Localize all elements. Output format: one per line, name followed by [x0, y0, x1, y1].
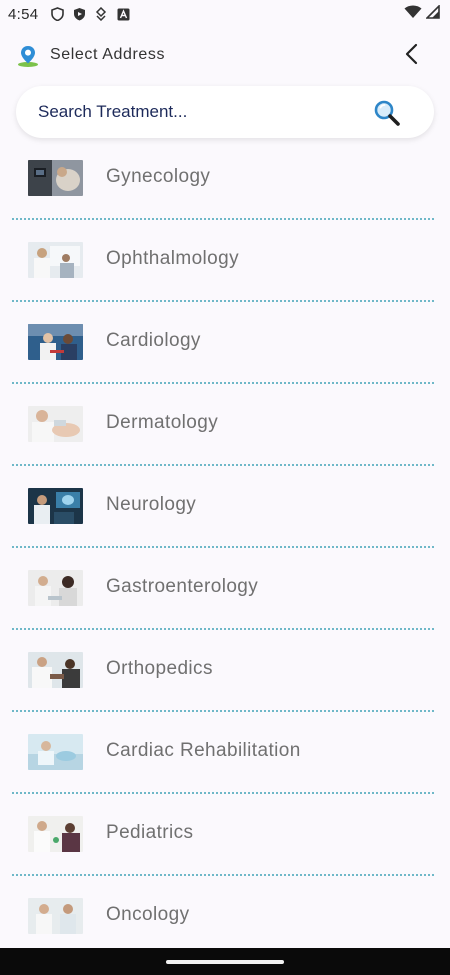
cardiology-image: [28, 324, 83, 360]
shield-icon: [50, 7, 64, 21]
treatment-item-cardiology[interactable]: Cardiology: [0, 302, 450, 384]
status-left: 4:54: [8, 6, 130, 23]
treatment-item-ophthalmology[interactable]: Ophthalmology: [0, 220, 450, 302]
treatment-label: Neurology: [106, 494, 197, 515]
status-bar: 4:54: [0, 0, 450, 28]
treatment-label: Gastroenterology: [106, 576, 259, 597]
treatment-label: Ophthalmology: [106, 248, 239, 269]
treatment-label: Cardiology: [106, 330, 201, 351]
location-pin-icon[interactable]: [16, 44, 40, 68]
system-navigation-bar: [0, 948, 450, 975]
play-protect-icon: [72, 7, 86, 21]
treatment-label: Dermatology: [106, 412, 219, 433]
treatment-item-gastroenterology[interactable]: Gastroenterology: [0, 548, 450, 630]
font-icon: [116, 7, 130, 21]
treatment-item-gynecology[interactable]: Gynecology: [0, 138, 450, 220]
search-icon[interactable]: [372, 98, 402, 128]
treatment-item-oncology[interactable]: Oncology: [0, 876, 450, 958]
dermatology-image: [28, 406, 83, 442]
cardiac-rehabilitation-image: [28, 734, 83, 770]
data-saver-icon: [94, 7, 108, 21]
orthopedics-image: [28, 652, 83, 688]
pediatrics-image: [28, 816, 83, 852]
search-input[interactable]: [38, 86, 358, 138]
gastroenterology-image: [28, 570, 83, 606]
treatment-label: Orthopedics: [106, 658, 213, 679]
oncology-image: [28, 898, 83, 934]
treatment-item-pediatrics[interactable]: Pediatrics: [0, 794, 450, 876]
neurology-image: [28, 488, 83, 524]
treatment-list: Gynecology Ophthalmology Cardiology Derm…: [0, 138, 450, 958]
gynecology-image: [28, 160, 83, 196]
search-bar: [16, 86, 434, 138]
wifi-icon: [404, 5, 422, 24]
treatment-item-orthopedics[interactable]: Orthopedics: [0, 630, 450, 712]
treatment-item-dermatology[interactable]: Dermatology: [0, 384, 450, 466]
chevron-left-icon: [404, 43, 420, 70]
treatment-item-cardiac-rehabilitation[interactable]: Cardiac Rehabilitation: [0, 712, 450, 794]
app-header: Select Address: [0, 36, 450, 76]
header-title[interactable]: Select Address: [50, 46, 165, 64]
treatment-item-neurology[interactable]: Neurology: [0, 466, 450, 548]
home-gesture-handle[interactable]: [166, 960, 284, 964]
back-button[interactable]: [398, 42, 426, 70]
treatment-label: Cardiac Rehabilitation: [106, 740, 301, 761]
signal-icon: [425, 3, 440, 24]
status-right: [404, 3, 440, 24]
treatment-label: Gynecology: [106, 166, 211, 187]
status-time: 4:54: [8, 5, 39, 23]
treatment-label: Oncology: [106, 904, 190, 925]
ophthalmology-image: [28, 242, 83, 278]
treatment-label: Pediatrics: [106, 822, 194, 843]
